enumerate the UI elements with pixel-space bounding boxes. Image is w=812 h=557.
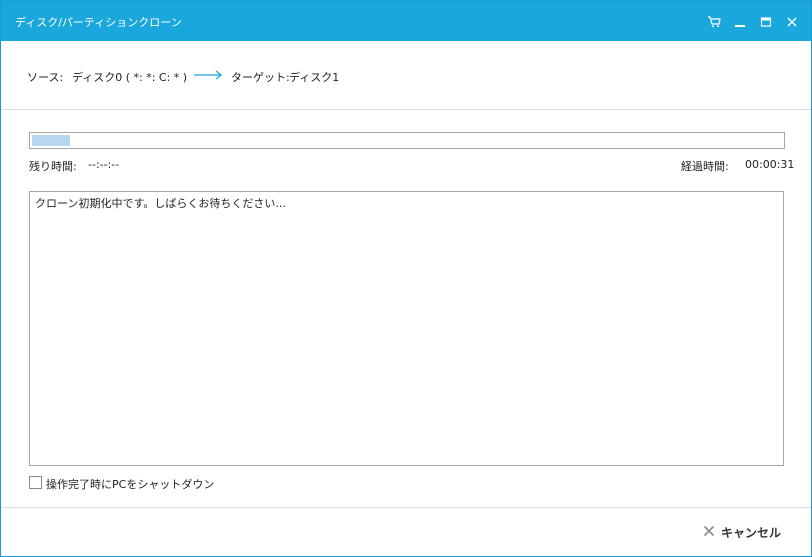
window-title: ディスク/パーティションクローン	[15, 16, 182, 29]
maximize-icon[interactable]	[755, 11, 777, 33]
cancel-button[interactable]: キャンセル	[703, 524, 781, 541]
log-panel[interactable]: クローン初期化中です。しばらくお待ちください...	[29, 191, 784, 466]
shutdown-checkbox[interactable]	[29, 476, 42, 489]
clone-window: ディスク/パーティションクローン ソース: ディスク0 (*: *: C: *…	[0, 0, 812, 557]
minimize-icon[interactable]	[729, 11, 751, 33]
source-label: ソース:	[27, 71, 64, 84]
progress-fill	[32, 135, 70, 146]
window-controls	[703, 11, 803, 33]
close-icon[interactable]	[781, 11, 803, 33]
cancel-label: キャンセル	[720, 526, 781, 540]
remaining-time-label: 残り時間:	[29, 160, 77, 173]
elapsed-time-value: 00:00:31	[745, 158, 795, 171]
source-value: ディスク0 ( *: *: C: * )	[72, 71, 188, 84]
title-bar[interactable]: ディスク/パーティションクローン	[1, 1, 811, 41]
progress-bar	[29, 132, 785, 149]
arrow-right-icon	[194, 69, 224, 84]
log-line: クローン初期化中です。しばらくお待ちください...	[35, 197, 286, 210]
close-x-icon	[703, 525, 715, 540]
footer-divider	[1, 507, 811, 508]
target-label: ターゲット:	[231, 71, 290, 84]
target-value: ディスク1	[289, 71, 340, 84]
remaining-time-value: --:--:--	[88, 158, 120, 171]
cart-icon[interactable]	[703, 11, 725, 33]
shutdown-label[interactable]: 操作完了時にPCをシャットダウン	[46, 476, 214, 492]
elapsed-time-label: 経過時間:	[681, 160, 729, 173]
source-target-row: ソース: ディスク0 ( *: *: C: * ) ターゲット: ディスク1	[1, 41, 811, 110]
